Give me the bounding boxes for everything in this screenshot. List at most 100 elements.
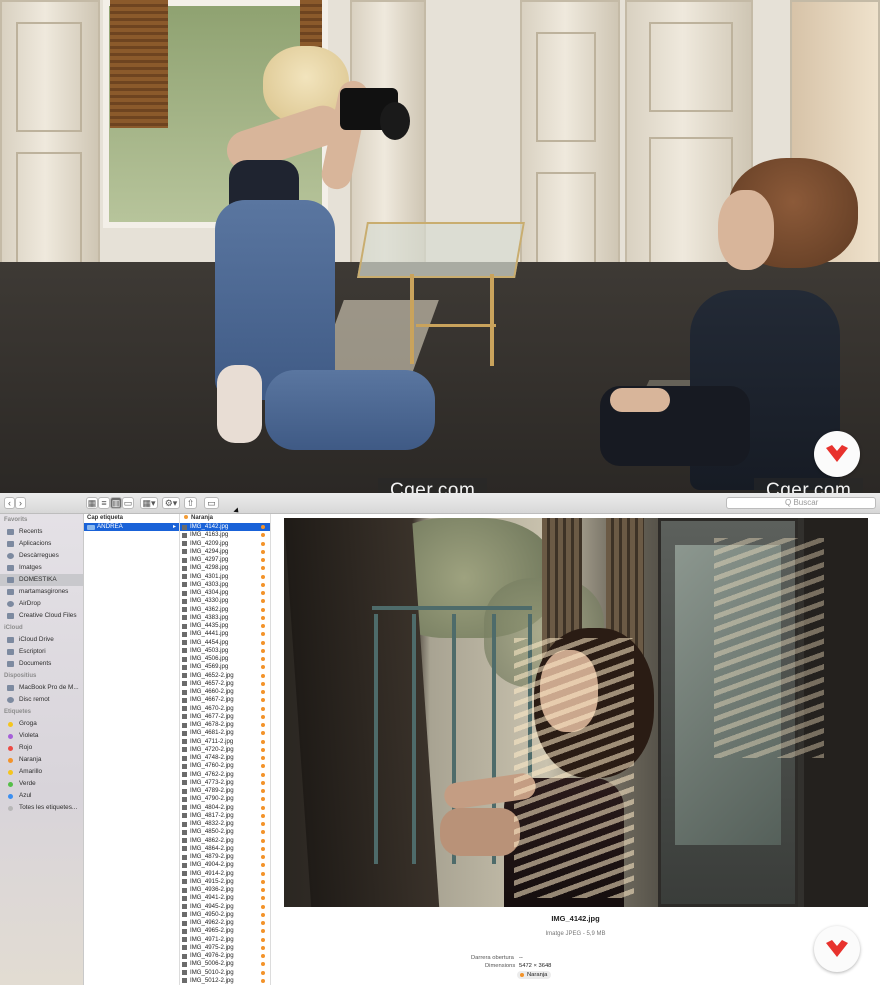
action-button[interactable]: ⚙▾	[162, 497, 180, 509]
file-item[interactable]: IMG_4454.jpg	[180, 639, 270, 647]
view-gallery-button[interactable]: ▭	[122, 497, 134, 509]
file-item[interactable]: IMG_4864-2.jpg	[180, 845, 270, 853]
view-icons-button[interactable]: ▦	[86, 497, 98, 509]
file-item[interactable]: IMG_4569.jpg	[180, 663, 270, 671]
file-item[interactable]: IMG_4773-2.jpg	[180, 779, 270, 787]
sidebar-item-recents[interactable]: Recents	[0, 526, 83, 538]
file-item[interactable]: IMG_4303.jpg	[180, 581, 270, 589]
file-item[interactable]: IMG_4383.jpg	[180, 614, 270, 622]
tag-pill[interactable]: Naranja	[517, 971, 552, 979]
sidebar-item-downloads[interactable]: Descàrregues	[0, 550, 83, 562]
file-item[interactable]: IMG_5010-2.jpg	[180, 969, 270, 977]
file-item[interactable]: IMG_4790-2.jpg	[180, 795, 270, 803]
tag-dot-icon	[8, 769, 13, 775]
file-item[interactable]: IMG_4506.jpg	[180, 655, 270, 663]
sidebar-tag-rojo[interactable]: Rojo	[0, 742, 83, 754]
file-item[interactable]: IMG_4941-2.jpg	[180, 894, 270, 902]
file-item[interactable]: IMG_4817-2.jpg	[180, 812, 270, 820]
file-item[interactable]: IMG_5006-2.jpg	[180, 960, 270, 968]
sidebar-item-creative-cloud[interactable]: Creative Cloud Files	[0, 610, 83, 622]
file-item[interactable]: IMG_4804-2.jpg	[180, 804, 270, 812]
file-item[interactable]: IMG_4163.jpg	[180, 531, 270, 539]
file-item[interactable]: IMG_4720-2.jpg	[180, 746, 270, 754]
file-item[interactable]: IMG_4879-2.jpg	[180, 853, 270, 861]
view-list-button[interactable]: ≡	[98, 497, 110, 509]
image-thumbnail-icon	[182, 681, 187, 687]
sidebar-item-user-home[interactable]: martamasgirones	[0, 586, 83, 598]
file-item[interactable]: IMG_4301.jpg	[180, 573, 270, 581]
file-item[interactable]: IMG_4971-2.jpg	[180, 936, 270, 944]
file-item[interactable]: IMG_4945-2.jpg	[180, 903, 270, 911]
forward-button[interactable]: ›	[15, 497, 26, 509]
sidebar-item-documents[interactable]: Documents	[0, 658, 83, 670]
file-item[interactable]: IMG_4962-2.jpg	[180, 919, 270, 927]
sidebar-tag-all[interactable]: Totes les etiquetes...	[0, 802, 83, 814]
file-item[interactable]: IMG_4832-2.jpg	[180, 820, 270, 828]
file-item[interactable]: IMG_4294.jpg	[180, 548, 270, 556]
file-item[interactable]: IMG_4330.jpg	[180, 597, 270, 605]
share-button[interactable]: ⇧	[184, 497, 197, 509]
file-item[interactable]: IMG_5012-2.jpg	[180, 977, 270, 985]
file-item[interactable]: IMG_4209.jpg	[180, 540, 270, 548]
file-item[interactable]: IMG_4667-2.jpg	[180, 696, 270, 704]
domestika-logo-icon	[814, 431, 860, 477]
file-item[interactable]: IMG_4678-2.jpg	[180, 721, 270, 729]
sidebar-item-applications[interactable]: Aplicacions	[0, 538, 83, 550]
sidebar-item-remote-disc[interactable]: Disc remot	[0, 694, 83, 706]
file-item[interactable]: IMG_4652-2.jpg	[180, 672, 270, 680]
file-item[interactable]: IMG_4657-2.jpg	[180, 680, 270, 688]
sidebar-item-macbook[interactable]: MacBook Pro de M...	[0, 682, 83, 694]
file-item[interactable]: IMG_4789-2.jpg	[180, 787, 270, 795]
sidebar-tag-amarillo[interactable]: Amarillo	[0, 766, 83, 778]
folder-andrea[interactable]: ANDREA ▸	[84, 523, 179, 531]
file-item[interactable]: IMG_4681-2.jpg	[180, 729, 270, 737]
file-item[interactable]: IMG_4762-2.jpg	[180, 771, 270, 779]
file-item[interactable]: IMG_4711-2.jpg	[180, 738, 270, 746]
image-thumbnail-icon	[182, 615, 187, 621]
file-item[interactable]: IMG_4297.jpg	[180, 556, 270, 564]
search-input[interactable]: Q Buscar	[726, 497, 876, 509]
pictures-icon	[7, 565, 14, 571]
tags-button[interactable]: ▭	[204, 497, 219, 509]
back-button[interactable]: ‹	[4, 497, 15, 509]
image-thumbnail-icon	[182, 937, 187, 942]
sidebar-tag-violeta[interactable]: Violeta	[0, 730, 83, 742]
file-item[interactable]: IMG_4677-2.jpg	[180, 713, 270, 721]
image-thumbnail-icon	[182, 532, 187, 538]
file-item[interactable]: IMG_4670-2.jpg	[180, 705, 270, 713]
file-item[interactable]: IMG_4441.jpg	[180, 630, 270, 638]
file-item[interactable]: IMG_4298.jpg	[180, 564, 270, 572]
file-item[interactable]: IMG_4975-2.jpg	[180, 944, 270, 952]
image-thumbnail-icon	[182, 590, 187, 596]
view-columns-button[interactable]: ▥	[110, 497, 122, 509]
file-item[interactable]: IMG_4760-2.jpg	[180, 762, 270, 770]
sidebar-item-airdrop[interactable]: AirDrop	[0, 598, 83, 610]
file-item[interactable]: IMG_4142.jpg	[180, 523, 270, 532]
file-item[interactable]: IMG_4503.jpg	[180, 647, 270, 655]
sidebar-tag-verde[interactable]: Verde	[0, 778, 83, 790]
sidebar-item-desktop[interactable]: Escriptori	[0, 646, 83, 658]
file-item[interactable]: IMG_4304.jpg	[180, 589, 270, 597]
file-item[interactable]: IMG_4850-2.jpg	[180, 828, 270, 836]
file-item[interactable]: IMG_4660-2.jpg	[180, 688, 270, 696]
sidebar-tag-naranja[interactable]: Naranja	[0, 754, 83, 766]
file-item[interactable]: IMG_4915-2.jpg	[180, 878, 270, 886]
file-item[interactable]: IMG_4435.jpg	[180, 622, 270, 630]
group-button[interactable]: ▦▾	[140, 497, 158, 509]
sidebar-item-domestika[interactable]: DOMESTIKA	[0, 574, 83, 586]
file-item[interactable]: IMG_4965-2.jpg	[180, 927, 270, 935]
file-item[interactable]: IMG_4976-2.jpg	[180, 952, 270, 960]
file-item[interactable]: IMG_4936-2.jpg	[180, 886, 270, 894]
file-item[interactable]: IMG_4914-2.jpg	[180, 870, 270, 878]
file-item[interactable]: IMG_4904-2.jpg	[180, 861, 270, 869]
file-item[interactable]: IMG_4862-2.jpg	[180, 837, 270, 845]
file-item[interactable]: IMG_4950-2.jpg	[180, 911, 270, 919]
sidebar-tag-azul[interactable]: Azul	[0, 790, 83, 802]
sidebar-item-icloud-drive[interactable]: iCloud Drive	[0, 634, 83, 646]
image-thumbnail-icon	[182, 788, 187, 794]
file-item[interactable]: IMG_4748-2.jpg	[180, 754, 270, 762]
sidebar-tag-groga[interactable]: Groga	[0, 718, 83, 730]
disc-icon	[7, 697, 14, 703]
sidebar-item-pictures[interactable]: Imatges	[0, 562, 83, 574]
file-item[interactable]: IMG_4362.jpg	[180, 606, 270, 614]
